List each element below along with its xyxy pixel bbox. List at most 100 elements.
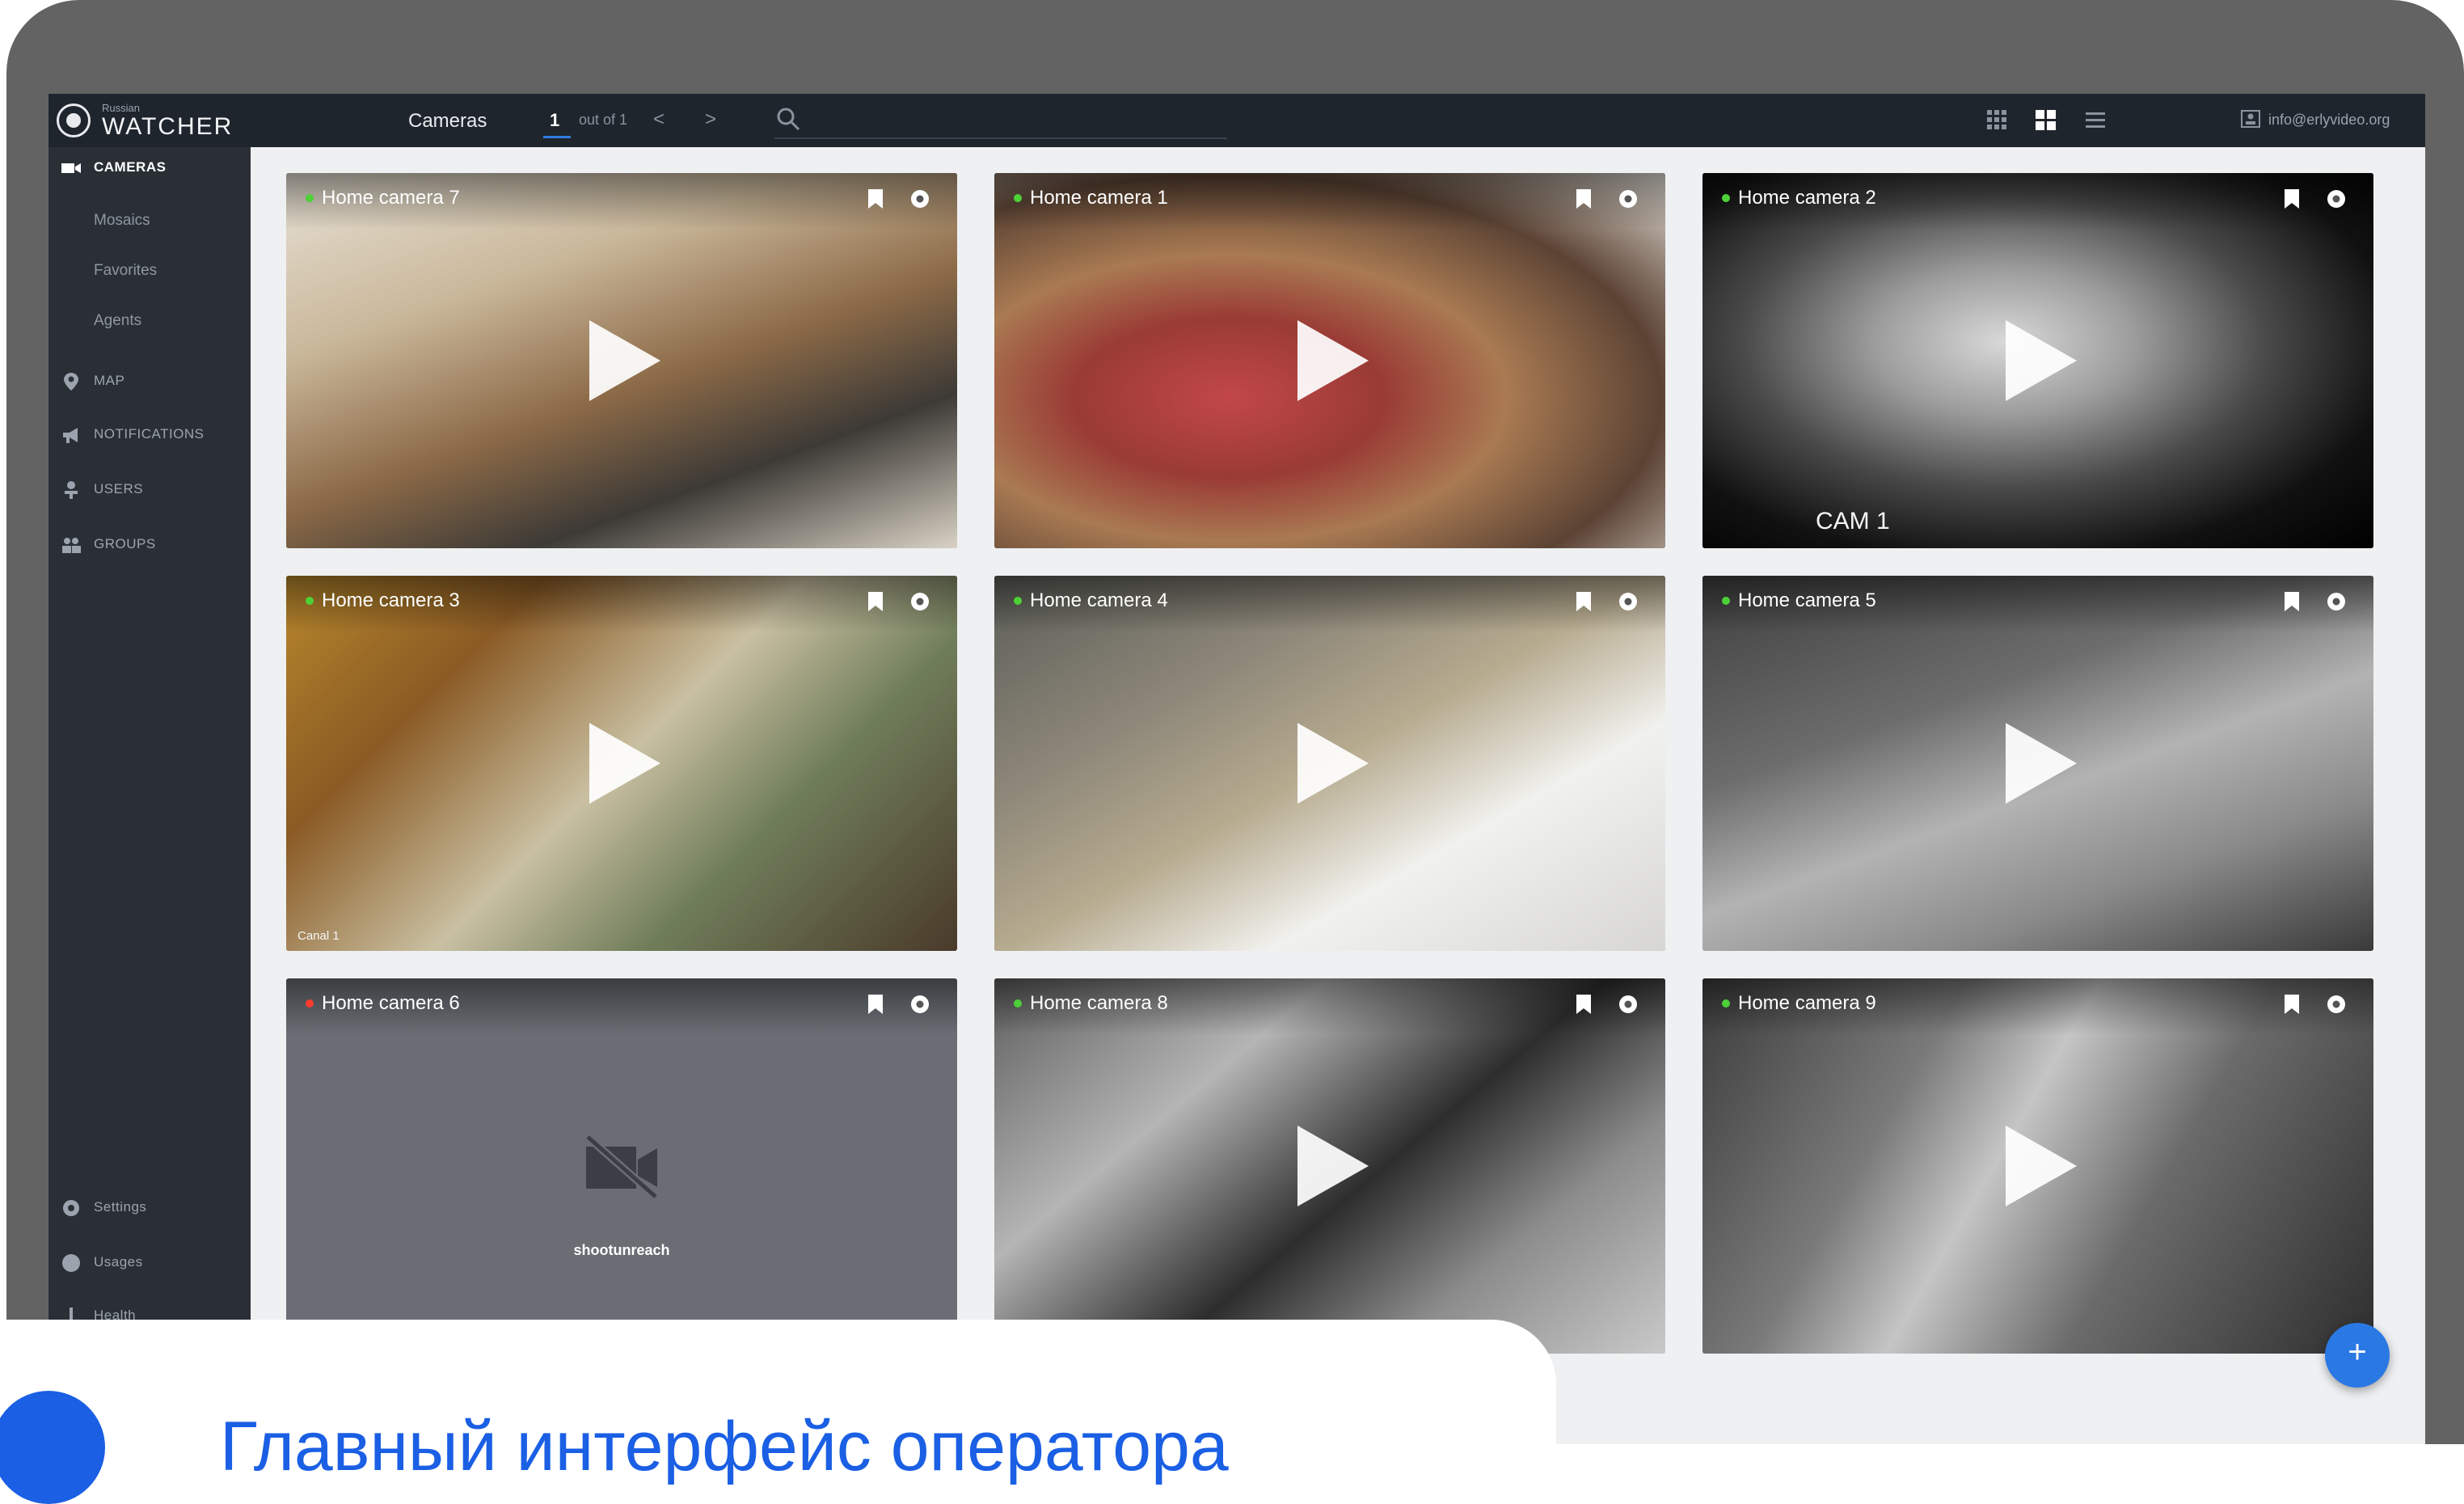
sidebar-item-label: NOTIFICATIONS (94, 426, 205, 441)
camera-tile-home-camera-2[interactable]: Home camera 2 CAM 1 (1702, 173, 2373, 548)
gear-icon[interactable] (907, 589, 933, 615)
user-email[interactable]: info@erlyvideo.org (2268, 112, 2390, 129)
section-title: Cameras (408, 110, 487, 132)
status-offline-dot (306, 999, 314, 1008)
status-online-dot (1014, 999, 1022, 1008)
status-online-dot (1722, 999, 1730, 1008)
sidebar-item-label: Usages (94, 1254, 143, 1270)
camera-off-icon (584, 1134, 659, 1200)
sidebar-item-mosaics[interactable]: Mosaics (94, 212, 150, 244)
search-input[interactable] (812, 104, 1227, 134)
gear-icon[interactable] (1615, 186, 1641, 212)
grid-large-icon[interactable] (2032, 107, 2058, 133)
bookmark-icon[interactable] (1575, 590, 1593, 613)
sidebar: CAMERAS Mosaics Favorites Agents MAP NOT… (49, 147, 251, 1444)
page-total: out of 1 (579, 112, 628, 128)
megaphone-icon (63, 428, 78, 443)
gear-icon[interactable] (1615, 589, 1641, 615)
logo-title: WATCHER (102, 113, 234, 140)
status-online-dot (1014, 194, 1022, 202)
list-view-icon[interactable] (2082, 107, 2108, 133)
gear-icon[interactable] (907, 186, 933, 212)
camera-tile-home-camera-5[interactable]: Home camera 5 (1702, 576, 2373, 951)
gear-icon[interactable] (2323, 589, 2349, 615)
app-logo[interactable]: Russian WATCHER (57, 100, 259, 141)
top-bar: Russian WATCHER Cameras 1 out of 1 < > i… (49, 94, 2425, 147)
bookmark-icon[interactable] (2283, 188, 2301, 210)
bookmark-icon[interactable] (1575, 993, 1593, 1016)
play-button[interactable] (589, 723, 660, 804)
caption-bullet (0, 1391, 105, 1504)
bookmark-icon[interactable] (867, 188, 884, 210)
status-online-dot (1722, 597, 1730, 605)
page-current[interactable]: 1 (550, 110, 559, 131)
gear-icon[interactable] (2323, 186, 2349, 212)
camera-title: Home camera 8 (1030, 992, 1168, 1014)
search-underline (774, 137, 1227, 139)
add-camera-button[interactable]: + (2325, 1323, 2390, 1388)
camera-title: Home camera 6 (322, 992, 460, 1014)
sidebar-item-cameras[interactable]: CAMERAS (49, 147, 251, 188)
status-online-dot (1014, 597, 1022, 605)
bookmark-icon[interactable] (2283, 993, 2301, 1016)
logo-subtitle: Russian (102, 102, 140, 114)
bookmark-icon[interactable] (2283, 590, 2301, 613)
sidebar-item-favorites[interactable]: Favorites (94, 262, 157, 294)
grid-small-icon[interactable] (1984, 107, 2010, 133)
bookmark-icon[interactable] (867, 993, 884, 1016)
device-frame: Russian WATCHER Cameras 1 out of 1 < > i… (6, 0, 2464, 1444)
user-account-icon[interactable] (2241, 110, 2260, 128)
page-indicator (543, 136, 571, 138)
camera-title: Home camera 9 (1738, 992, 1876, 1014)
prev-page-button[interactable]: < (653, 108, 665, 131)
sidebar-item-groups[interactable]: GROUPS (49, 524, 251, 564)
offline-message: shootunreach (573, 1242, 670, 1258)
sidebar-item-usages[interactable]: Usages (49, 1242, 251, 1282)
sidebar-item-users[interactable]: USERS (49, 469, 251, 509)
watcher-logo-icon (57, 104, 91, 137)
play-button[interactable] (1297, 320, 1369, 401)
sidebar-item-label: USERS (94, 481, 144, 496)
camera-tile-home-camera-8[interactable]: Home camera 8 (994, 978, 1665, 1354)
gear-icon[interactable] (2323, 991, 2349, 1017)
camera-grid: Home camera 7 Home camera 1 Home camera … (251, 147, 2425, 1444)
camera-tile-home-camera-6[interactable]: Home camera 6 shootunreach (286, 978, 957, 1354)
app-screen: Russian WATCHER Cameras 1 out of 1 < > i… (49, 94, 2425, 1444)
bookmark-icon[interactable] (1575, 188, 1593, 210)
camera-title: Home camera 4 (1030, 589, 1168, 611)
play-button[interactable] (2006, 320, 2077, 401)
sidebar-item-agents[interactable]: Agents (94, 312, 141, 344)
camera-title: Home camera 5 (1738, 589, 1876, 611)
play-button[interactable] (589, 320, 660, 401)
camera-overlay-label: Canal 1 (297, 929, 340, 943)
pie-chart-icon (62, 1254, 80, 1272)
camera-tile-home-camera-7[interactable]: Home camera 7 (286, 173, 957, 548)
gear-icon[interactable] (1615, 991, 1641, 1017)
sidebar-item-settings[interactable]: Settings (49, 1187, 251, 1227)
caption-panel: Главный интерфейс оператора (0, 1320, 1556, 1504)
sidebar-item-notifications[interactable]: NOTIFICATIONS (49, 414, 251, 454)
search-icon[interactable] (774, 105, 802, 133)
camera-tile-home-camera-1[interactable]: Home camera 1 (994, 173, 1665, 548)
plus-icon: + (2348, 1334, 2367, 1370)
play-button[interactable] (2006, 723, 2077, 804)
sidebar-item-label: MAP (94, 373, 125, 388)
play-button[interactable] (2006, 1126, 2077, 1206)
camera-overlay-label: CAM 1 (1816, 508, 1890, 534)
sidebar-item-label: Settings (94, 1199, 147, 1215)
user-icon (65, 481, 78, 499)
sidebar-item-map[interactable]: MAP (49, 361, 251, 401)
next-page-button[interactable]: > (705, 108, 716, 131)
camera-tile-home-camera-9[interactable]: Home camera 9 (1702, 978, 2373, 1354)
gear-icon[interactable] (907, 991, 933, 1017)
camera-tile-home-camera-4[interactable]: Home camera 4 (994, 576, 1665, 951)
play-button[interactable] (1297, 1126, 1369, 1206)
sidebar-item-label: CAMERAS (94, 159, 167, 175)
sidebar-item-label: GROUPS (94, 536, 156, 551)
bookmark-icon[interactable] (867, 590, 884, 613)
camera-title: Home camera 7 (322, 187, 460, 209)
play-button[interactable] (1297, 723, 1369, 804)
map-pin-icon (64, 373, 78, 391)
camera-title: Home camera 1 (1030, 187, 1168, 209)
camera-tile-home-camera-3[interactable]: Home camera 3 Canal 1 (286, 576, 957, 951)
